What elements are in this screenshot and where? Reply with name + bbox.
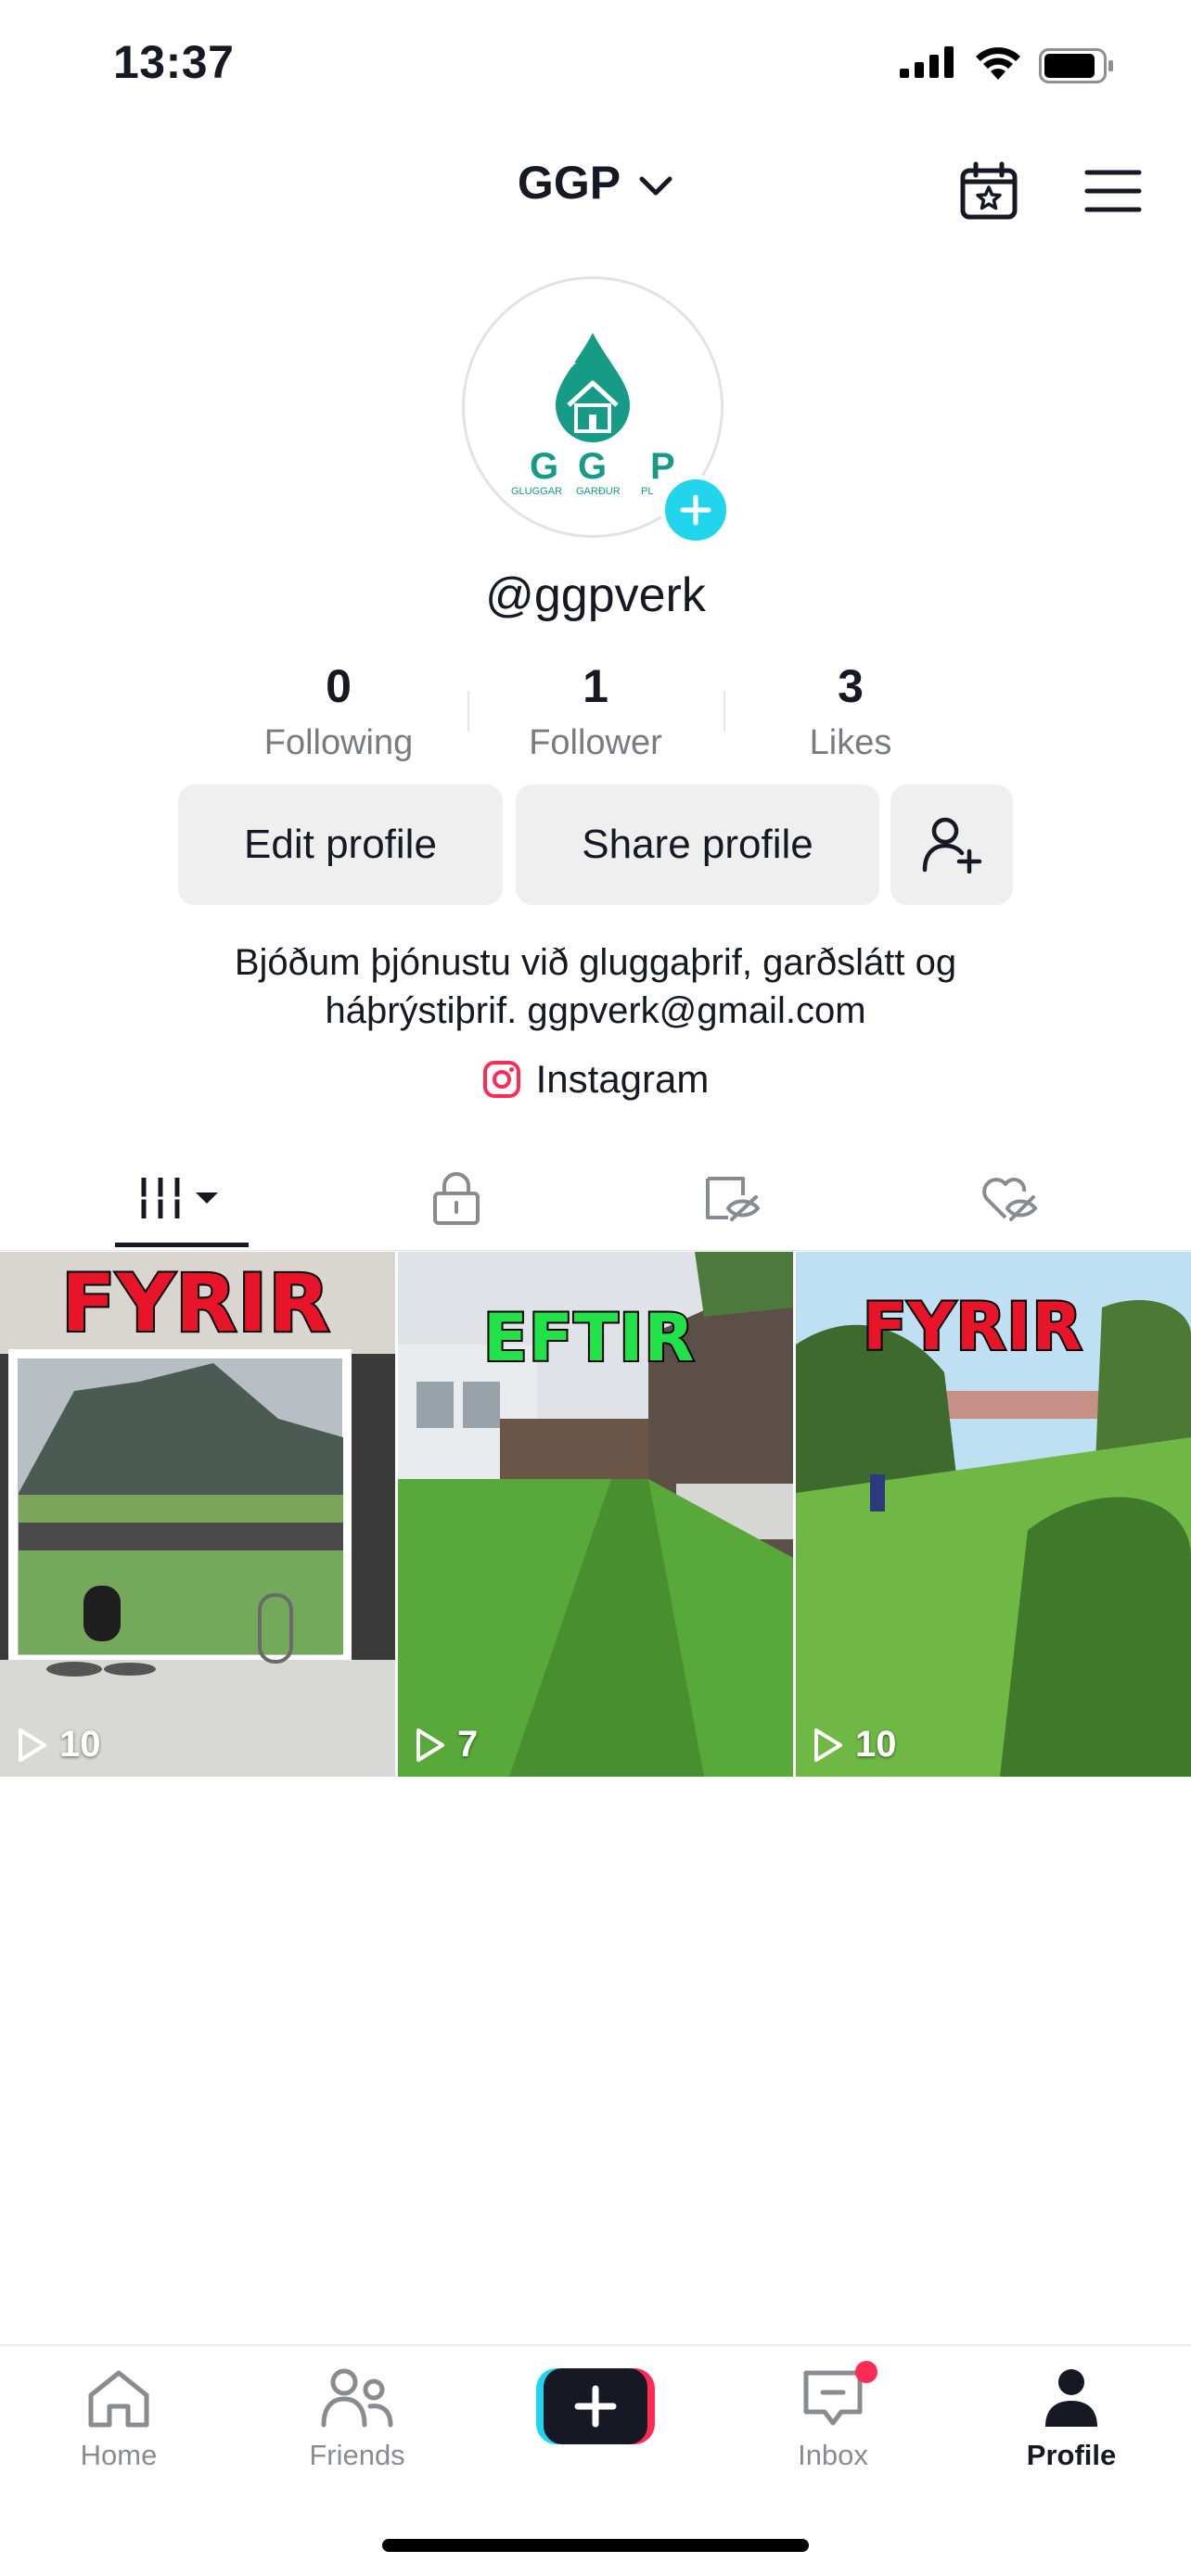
add-friend-icon bbox=[922, 817, 982, 874]
liked-hidden-icon bbox=[982, 1178, 1038, 1221]
status-time: 13:37 bbox=[113, 36, 235, 88]
home-icon bbox=[88, 2370, 149, 2428]
view-count: 10 bbox=[17, 1724, 101, 1766]
nav-divider bbox=[0, 2344, 1191, 2346]
likes-label: Likes bbox=[809, 723, 892, 762]
nav-friends-label: Friends bbox=[309, 2439, 405, 2471]
video-overlay-text: FYRIR bbox=[59, 1256, 331, 1352]
svg-text:GLUGGAR: GLUGGAR bbox=[511, 486, 562, 497]
nav-home-label: Home bbox=[80, 2439, 158, 2471]
username: @ggpverk bbox=[485, 568, 706, 622]
stat-divider bbox=[724, 691, 725, 732]
stat-followers[interactable]: 1 Follower bbox=[484, 658, 707, 763]
nav-inbox[interactable]: Inbox bbox=[740, 2361, 926, 2472]
svg-text:✦: ✦ bbox=[567, 356, 578, 371]
active-tab-indicator bbox=[115, 1243, 249, 1247]
tab-reposts[interactable] bbox=[584, 1142, 881, 1254]
play-icon bbox=[19, 1728, 46, 1762]
battery-icon bbox=[1039, 48, 1113, 83]
instagram-label: Instagram bbox=[535, 1057, 710, 1101]
video-thumbnail[interactable]: FYRIR 10 bbox=[0, 1252, 395, 1777]
svg-text:PL: PL bbox=[641, 486, 653, 497]
bio-line-1: Bjóðum þjónustu við gluggaþrif, garðslát… bbox=[234, 942, 957, 983]
svg-text:GARÐUR: GARÐUR bbox=[576, 486, 621, 497]
home-indicator[interactable] bbox=[382, 2539, 809, 2552]
chevron-down-icon bbox=[639, 176, 672, 196]
cellular-signal-icon bbox=[900, 46, 954, 78]
view-count-value: 10 bbox=[855, 1724, 897, 1765]
likes-count: 3 bbox=[838, 660, 864, 712]
tab-liked[interactable] bbox=[861, 1142, 1158, 1254]
share-profile-button[interactable]: Share profile bbox=[516, 784, 879, 905]
notification-dot bbox=[855, 2361, 877, 2383]
instagram-icon bbox=[482, 1061, 520, 1098]
nav-profile-label: Profile bbox=[1026, 2439, 1117, 2471]
lock-icon bbox=[433, 1172, 480, 1225]
video-overlay-text: EFTIR bbox=[481, 1298, 696, 1378]
play-icon bbox=[814, 1728, 842, 1762]
hamburger-menu-icon[interactable] bbox=[1083, 167, 1143, 215]
bio: Bjóðum þjónustu við gluggaþrif, garðslát… bbox=[0, 938, 1191, 1035]
instagram-link[interactable]: Instagram bbox=[0, 1057, 1191, 1102]
hidden-reposts-icon bbox=[706, 1177, 761, 1221]
add-avatar-icon[interactable] bbox=[660, 475, 731, 545]
followers-count: 1 bbox=[583, 660, 608, 712]
tabs-divider bbox=[0, 1250, 1191, 1251]
view-count-value: 7 bbox=[457, 1724, 479, 1765]
profile-icon bbox=[1045, 2369, 1097, 2427]
tab-videos[interactable] bbox=[33, 1142, 330, 1254]
video-overlay-text: FYRIR bbox=[861, 1287, 1083, 1367]
nav-home[interactable]: Home bbox=[26, 2363, 211, 2472]
nav-profile[interactable]: Profile bbox=[979, 2363, 1164, 2472]
videos-grid-icon bbox=[138, 1178, 218, 1218]
create-button[interactable] bbox=[536, 2368, 655, 2444]
view-count: 10 bbox=[813, 1724, 897, 1766]
find-friends-button[interactable] bbox=[890, 784, 1013, 905]
calendar-star-icon[interactable] bbox=[959, 161, 1018, 221]
stat-divider bbox=[467, 691, 469, 732]
stat-likes[interactable]: 3 Likes bbox=[739, 658, 962, 763]
nav-friends[interactable]: Friends bbox=[264, 2363, 450, 2472]
account-name: GGP bbox=[517, 157, 621, 209]
svg-text:G: G bbox=[530, 446, 558, 487]
svg-text:G: G bbox=[578, 446, 607, 487]
video-thumbnail[interactable]: FYRIR 10 bbox=[796, 1252, 1191, 1777]
edit-profile-button[interactable]: Edit profile bbox=[178, 784, 503, 905]
wifi-icon bbox=[976, 47, 1020, 80]
following-count: 0 bbox=[326, 660, 352, 712]
view-count-value: 10 bbox=[59, 1724, 101, 1765]
bio-line-2: háþrýstiþrif. ggpverk@gmail.com bbox=[325, 990, 866, 1031]
followers-label: Follower bbox=[529, 723, 662, 762]
svg-text:P: P bbox=[650, 446, 675, 487]
following-label: Following bbox=[263, 723, 414, 762]
stat-following[interactable]: 0 Following bbox=[227, 658, 450, 763]
friends-icon bbox=[321, 2368, 393, 2428]
nav-inbox-label: Inbox bbox=[798, 2439, 868, 2471]
video-thumbnail[interactable]: EFTIR 7 bbox=[398, 1252, 793, 1777]
play-icon bbox=[416, 1728, 444, 1762]
view-count: 7 bbox=[415, 1724, 478, 1766]
tab-private[interactable] bbox=[308, 1142, 605, 1254]
